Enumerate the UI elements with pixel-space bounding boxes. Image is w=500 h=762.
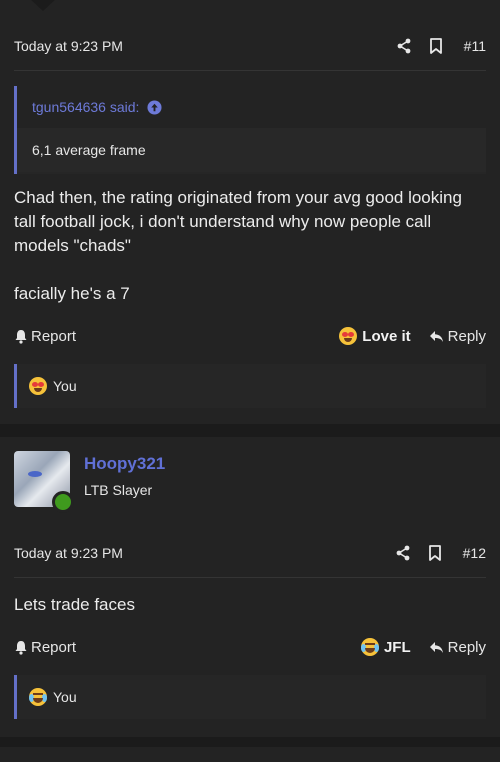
reply-label: Reply — [447, 327, 486, 345]
avatar-eye — [28, 471, 42, 477]
tears-of-joy-emoji-icon — [360, 638, 379, 656]
post-body: Lets trade faces — [14, 593, 486, 617]
post-actions: Report JFL Reply — [14, 635, 486, 659]
post-actions: Report Love it Reply — [14, 324, 486, 348]
heart-eyes-emoji-icon — [339, 327, 358, 345]
reaction-label: Love it — [362, 327, 411, 345]
post-body-line — [14, 258, 486, 282]
reply-button[interactable]: Reply — [429, 328, 486, 345]
reply-arrow-icon — [429, 641, 444, 654]
report-label: Report — [31, 638, 77, 656]
report-label: Report — [31, 327, 77, 345]
post-number[interactable]: #11 — [464, 38, 486, 54]
arrow-up-circle-icon[interactable] — [147, 99, 162, 115]
reply-button[interactable]: Reply — [429, 639, 486, 656]
tears-of-joy-emoji-icon — [29, 688, 47, 706]
author-name[interactable]: Hoopy321 — [84, 454, 165, 474]
reactions-summary-text: You — [53, 689, 77, 705]
post-11: Today at 9:23 PM #11 tgun564636 said: 6,… — [0, 0, 500, 424]
quote-text: 6,1 average frame — [17, 128, 486, 172]
share-icon[interactable] — [395, 545, 411, 561]
reactions-summary[interactable]: You — [14, 675, 486, 719]
avatar[interactable] — [14, 451, 74, 513]
online-status-indicator — [52, 491, 74, 513]
reactions-summary[interactable]: You — [14, 364, 486, 408]
quote-block: tgun564636 said: 6,1 average frame — [14, 86, 486, 174]
share-icon[interactable] — [396, 38, 412, 54]
post-body-line: models "chads" — [14, 236, 131, 255]
reactions-summary-text: You — [53, 378, 77, 394]
quote-author[interactable]: tgun564636 said: — [32, 99, 139, 115]
post-number[interactable]: #12 — [463, 545, 486, 561]
bookmark-icon[interactable] — [428, 545, 442, 561]
post-next — [0, 747, 500, 762]
post-body-line: facially he's a 7 — [14, 284, 130, 303]
jfl-reaction-button[interactable]: JFL — [360, 638, 411, 656]
bell-icon — [14, 329, 28, 344]
post-body: Chad then, the rating originated from yo… — [14, 186, 486, 306]
post-body-line: Lets trade faces — [14, 595, 135, 614]
post-body-line: Chad then, the rating originated from yo… — [14, 188, 462, 207]
author-title: LTB Slayer — [84, 482, 153, 498]
bell-icon — [14, 640, 28, 655]
report-button[interactable]: Report — [14, 328, 339, 345]
post-date[interactable]: Today at 9:23 PM — [14, 545, 395, 561]
post-12: Hoopy321 LTB Slayer Today at 9:23 PM #12… — [0, 437, 500, 737]
heart-eyes-emoji-icon — [29, 377, 47, 395]
post-author: Hoopy321 LTB Slayer — [14, 451, 165, 513]
reply-arrow-icon — [429, 330, 444, 343]
love-it-reaction-button[interactable]: Love it — [339, 327, 411, 345]
post-body-line: tall football jock, i don't understand w… — [14, 212, 432, 231]
post-notch — [30, 0, 56, 11]
reply-label: Reply — [447, 638, 486, 656]
divider — [14, 577, 486, 578]
reaction-label: JFL — [383, 638, 411, 656]
post-date[interactable]: Today at 9:23 PM — [14, 38, 396, 54]
bookmark-icon[interactable] — [429, 38, 443, 54]
divider — [14, 70, 486, 71]
quote-header[interactable]: tgun564636 said: — [17, 86, 486, 128]
report-button[interactable]: Report — [14, 639, 361, 656]
post-meta: Today at 9:23 PM #12 — [14, 541, 486, 565]
post-meta: Today at 9:23 PM #11 — [14, 34, 486, 58]
